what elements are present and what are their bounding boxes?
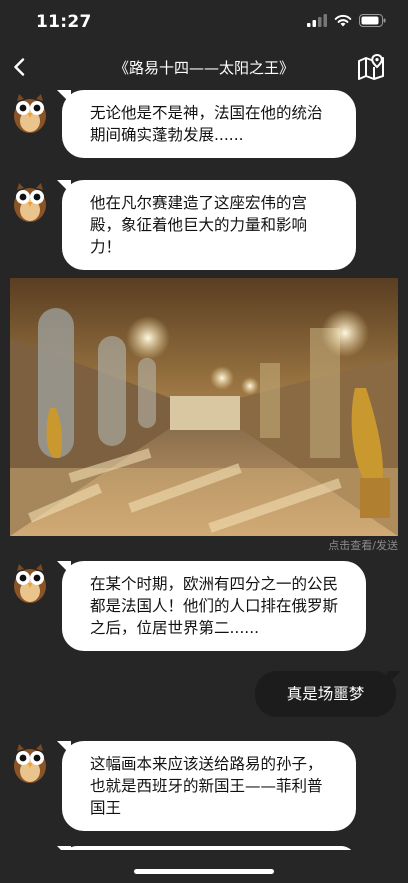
- page-title: 《路易十四——太阳之王》: [113, 59, 294, 77]
- signal-icon: [307, 14, 327, 27]
- user-message-bubble[interactable]: 真是场噩梦: [255, 671, 401, 717]
- owl-icon: [14, 94, 46, 133]
- owl-avatar[interactable]: [10, 742, 50, 784]
- photo-caption[interactable]: 点击查看/发送: [328, 537, 398, 553]
- status-icons: [307, 14, 386, 27]
- status-bar: 11:27: [0, 0, 408, 44]
- message-text: 无论他是不是神，法国在他的统治期间确实蓬勃发展......: [90, 104, 323, 144]
- wifi-icon: [334, 14, 352, 27]
- chat-area[interactable]: 无论他是不是神，法国在他的统治期间确实蓬勃发展...... 他在凡尔赛建造了这座…: [0, 90, 408, 850]
- owl-avatar: [10, 846, 50, 850]
- message-bubble[interactable]: 这幅画本来应该送给路易的孙子，也就是西班牙的新国王——菲利普国王: [57, 741, 356, 831]
- palace-photo[interactable]: [10, 278, 398, 536]
- nav-bar: 《路易十四——太阳之王》: [0, 44, 408, 90]
- back-button[interactable]: [6, 52, 32, 82]
- message-text: 在某个时期，欧洲有四分之一的公民都是法国人！他们的人口排在俄罗斯之后，位居世界第…: [90, 575, 339, 637]
- owl-avatar[interactable]: [10, 562, 50, 604]
- owl-avatar[interactable]: [10, 181, 50, 223]
- hall-of-mirrors-image: [10, 278, 398, 536]
- owl-icon: [10, 846, 50, 850]
- owl-icon: [14, 564, 46, 603]
- message-bubble-partial[interactable]: [57, 846, 356, 850]
- home-indicator: [134, 869, 274, 874]
- owl-icon: [14, 744, 46, 783]
- map-button[interactable]: [356, 51, 386, 83]
- message-text: 真是场噩梦: [286, 685, 365, 703]
- chevron-left-icon: [14, 58, 25, 76]
- battery-icon: [359, 14, 386, 27]
- status-time: 11:27: [36, 12, 92, 32]
- message-text: 这幅画本来应该送给路易的孙子，也就是西班牙的新国王——菲利普国王: [90, 755, 323, 817]
- owl-icon: [14, 183, 46, 222]
- message-bubble[interactable]: 他在凡尔赛建造了这座宏伟的宫殿，象征着他巨大的力量和影响力！: [57, 180, 356, 270]
- message-text: 他在凡尔赛建造了这座宏伟的宫殿，象征着他巨大的力量和影响力！: [90, 194, 308, 256]
- owl-avatar[interactable]: [10, 92, 50, 134]
- message-bubble[interactable]: 无论他是不是神，法国在他的统治期间确实蓬勃发展......: [57, 90, 356, 158]
- message-bubble[interactable]: 在某个时期，欧洲有四分之一的公民都是法国人！他们的人口排在俄罗斯之后，位居世界第…: [57, 561, 366, 651]
- map-pin-icon: [358, 53, 384, 80]
